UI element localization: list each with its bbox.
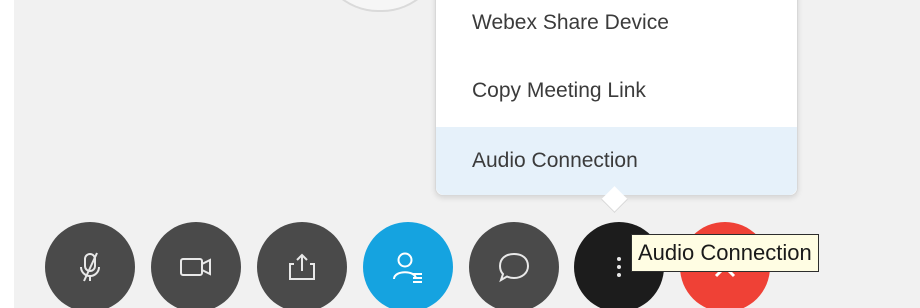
more-options-menu: Webex Share Device Copy Meeting Link Aud…: [435, 0, 798, 196]
video-camera-icon: [177, 252, 215, 282]
menu-item-webex-share-device[interactable]: Webex Share Device: [436, 0, 797, 57]
callout-bubble-edge: [318, 0, 442, 12]
more-vertical-icon: [614, 252, 624, 282]
menu-item-copy-meeting-link[interactable]: Copy Meeting Link: [436, 57, 797, 125]
video-button[interactable]: [151, 222, 241, 308]
chat-button[interactable]: [469, 222, 559, 308]
menu-item-label: Copy Meeting Link: [472, 79, 646, 102]
share-button[interactable]: [257, 222, 347, 308]
participants-list-icon: [389, 248, 427, 286]
window-edge: [0, 0, 14, 308]
menu-item-audio-connection[interactable]: Audio Connection: [436, 127, 797, 195]
microphone-muted-icon: [73, 250, 107, 284]
share-upload-icon: [284, 249, 320, 285]
menu-item-label: Audio Connection: [472, 149, 638, 172]
menu-item-label: Webex Share Device: [472, 11, 669, 34]
participants-button[interactable]: [363, 222, 453, 308]
mute-button[interactable]: [45, 222, 135, 308]
meeting-window: Webex Share Device Copy Meeting Link Aud…: [0, 0, 920, 308]
chat-bubble-icon: [495, 249, 533, 285]
tooltip: Audio Connection: [631, 234, 819, 272]
